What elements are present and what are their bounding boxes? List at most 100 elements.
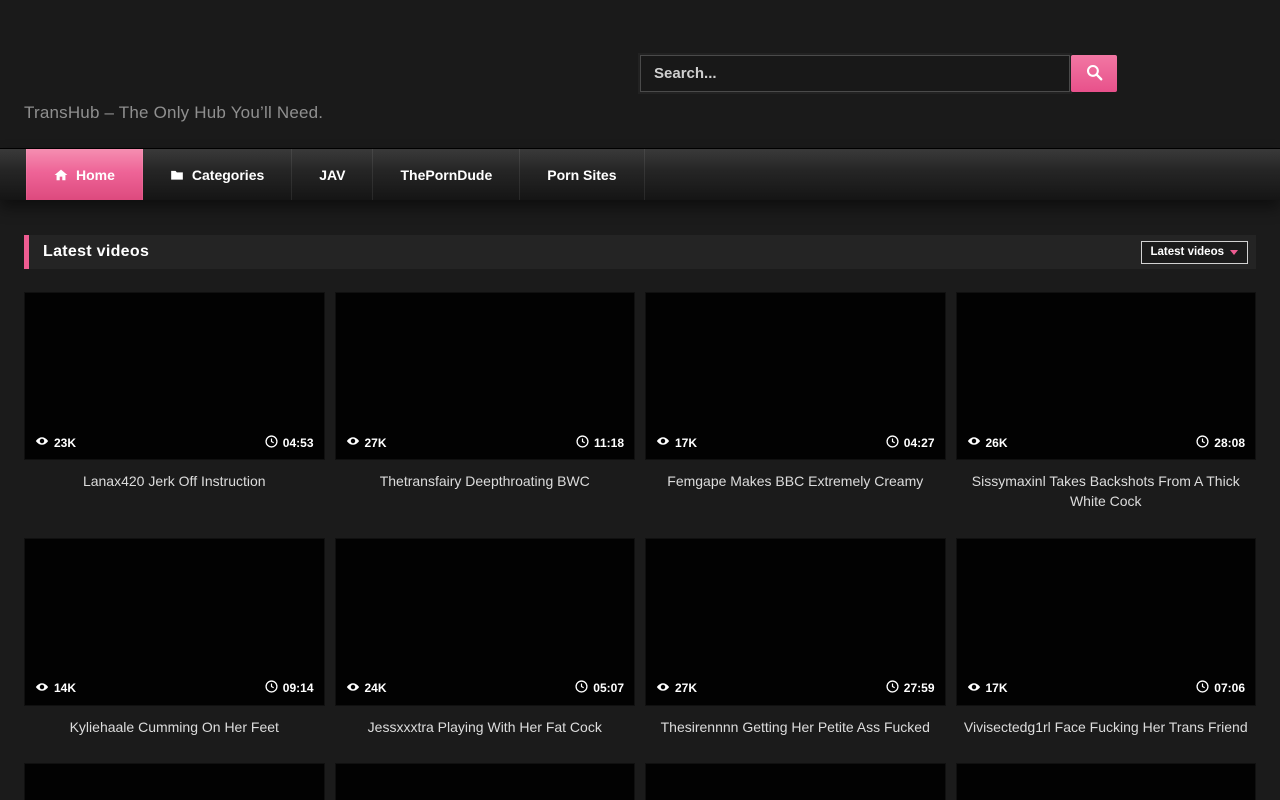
video-title[interactable]: Vivisectedg1rl Face Fucking Her Trans Fr… bbox=[956, 717, 1257, 737]
video-card[interactable]: 17K 07:06 Vivisectedg1rl Face Fucking He… bbox=[956, 538, 1257, 737]
home-icon bbox=[54, 168, 68, 182]
video-thumbnail[interactable] bbox=[956, 763, 1257, 800]
video-thumbnail[interactable]: 24K 05:07 bbox=[335, 538, 636, 706]
search-input[interactable] bbox=[640, 55, 1070, 92]
search-button[interactable] bbox=[1071, 55, 1117, 92]
views-count: 14K bbox=[54, 681, 76, 695]
video-title[interactable]: Femgape Makes BBC Extremely Creamy bbox=[645, 471, 946, 491]
video-thumbnail[interactable] bbox=[335, 763, 636, 800]
section-header: Latest videos Latest videos bbox=[24, 235, 1256, 269]
nav-item-label: Porn Sites bbox=[547, 167, 616, 183]
duration-text: 04:27 bbox=[904, 436, 935, 450]
video-title[interactable]: Thesirennnn Getting Her Petite Ass Fucke… bbox=[645, 717, 946, 737]
video-thumbnail[interactable] bbox=[24, 763, 325, 800]
section-title: Latest videos bbox=[43, 243, 149, 261]
video-duration: 04:27 bbox=[886, 435, 935, 451]
duration-text: 11:18 bbox=[594, 436, 624, 450]
video-thumbnail[interactable] bbox=[645, 763, 946, 800]
views-count: 26K bbox=[986, 436, 1008, 450]
video-thumbnail[interactable]: 23K 04:53 bbox=[24, 292, 325, 460]
video-stats: 27K 27:59 bbox=[656, 680, 935, 697]
duration-text: 07:06 bbox=[1214, 681, 1245, 695]
nav-item-jav[interactable]: JAV bbox=[292, 149, 373, 200]
video-title[interactable]: Thetransfairy Deepthroating BWC bbox=[335, 471, 636, 491]
section-accent-bar bbox=[24, 235, 29, 269]
views-count: 27K bbox=[675, 681, 697, 695]
views-count: 17K bbox=[675, 436, 697, 450]
views-count: 27K bbox=[365, 436, 387, 450]
video-card[interactable]: 14K 09:14 Kyliehaale Cumming On Her Feet bbox=[24, 538, 325, 737]
video-card[interactable]: 23K 04:53 Lanax420 Jerk Off Instruction bbox=[24, 292, 325, 512]
video-card[interactable]: 27K 27:59 Thesirennnn Getting Her Petite… bbox=[645, 538, 946, 737]
video-thumbnail[interactable]: 27K 11:18 bbox=[335, 292, 636, 460]
video-thumbnail[interactable]: 17K 07:06 bbox=[956, 538, 1257, 706]
video-card[interactable] bbox=[645, 763, 946, 800]
video-card[interactable] bbox=[24, 763, 325, 800]
clock-icon bbox=[265, 435, 278, 451]
eye-icon bbox=[656, 680, 670, 697]
folder-icon bbox=[170, 168, 184, 182]
video-thumbnail[interactable]: 26K 28:08 bbox=[956, 292, 1257, 460]
video-stats: 14K 09:14 bbox=[35, 680, 314, 697]
clock-icon bbox=[1196, 435, 1209, 451]
video-views: 24K bbox=[346, 680, 387, 697]
video-title[interactable]: Jessxxxtra Playing With Her Fat Cock bbox=[335, 717, 636, 737]
video-stats: 23K 04:53 bbox=[35, 434, 314, 451]
duration-text: 04:53 bbox=[283, 436, 314, 450]
site-tagline: TransHub – The Only Hub You’ll Need. bbox=[24, 103, 323, 123]
clock-icon bbox=[886, 435, 899, 451]
video-card[interactable]: 26K 28:08 Sissymaxinl Takes Backshots Fr… bbox=[956, 292, 1257, 512]
video-views: 26K bbox=[967, 434, 1008, 451]
eye-icon bbox=[35, 434, 49, 451]
duration-text: 27:59 bbox=[904, 681, 935, 695]
nav-item-categories[interactable]: Categories bbox=[143, 149, 292, 200]
video-duration: 27:59 bbox=[886, 680, 935, 696]
video-thumbnail[interactable]: 14K 09:14 bbox=[24, 538, 325, 706]
sort-dropdown-button[interactable]: Latest videos bbox=[1141, 241, 1249, 264]
video-title[interactable]: Lanax420 Jerk Off Instruction bbox=[24, 471, 325, 491]
views-count: 17K bbox=[986, 681, 1008, 695]
video-views: 27K bbox=[656, 680, 697, 697]
video-stats: 17K 04:27 bbox=[656, 434, 935, 451]
nav-item-label: Categories bbox=[192, 167, 264, 183]
video-grid: 23K 04:53 Lanax420 Jerk Off Instruction bbox=[24, 292, 1256, 800]
video-views: 17K bbox=[656, 434, 697, 451]
video-card[interactable]: 17K 04:27 Femgape Makes BBC Extremely Cr… bbox=[645, 292, 946, 512]
video-card[interactable]: 27K 11:18 Thetransfairy Deepthroating BW… bbox=[335, 292, 636, 512]
caret-down-icon bbox=[1230, 250, 1238, 255]
duration-text: 28:08 bbox=[1214, 436, 1245, 450]
clock-icon bbox=[575, 680, 588, 696]
video-title[interactable]: Kyliehaale Cumming On Her Feet bbox=[24, 717, 325, 737]
video-card[interactable] bbox=[956, 763, 1257, 800]
nav-item-home[interactable]: Home bbox=[26, 149, 143, 200]
video-duration: 07:06 bbox=[1196, 680, 1245, 696]
sort-dropdown-label: Latest videos bbox=[1151, 246, 1225, 258]
video-views: 23K bbox=[35, 434, 76, 451]
video-stats: 26K 28:08 bbox=[967, 434, 1246, 451]
nav-item-porn-sites[interactable]: Porn Sites bbox=[520, 149, 644, 200]
eye-icon bbox=[967, 434, 981, 451]
views-count: 23K bbox=[54, 436, 76, 450]
video-card[interactable] bbox=[335, 763, 636, 800]
video-duration: 09:14 bbox=[265, 680, 314, 696]
nav-item-label: ThePornDude bbox=[400, 167, 492, 183]
video-views: 27K bbox=[346, 434, 387, 451]
nav-item-theporndude[interactable]: ThePornDude bbox=[373, 149, 520, 200]
search-icon bbox=[1085, 63, 1104, 85]
video-card[interactable]: 24K 05:07 Jessxxxtra Playing With Her Fa… bbox=[335, 538, 636, 737]
main-nav: Home Categories JAV ThePornDude Porn Sit… bbox=[0, 148, 1280, 200]
clock-icon bbox=[265, 680, 278, 696]
duration-text: 05:07 bbox=[593, 681, 624, 695]
duration-text: 09:14 bbox=[283, 681, 314, 695]
video-stats: 27K 11:18 bbox=[346, 434, 625, 451]
video-thumbnail[interactable]: 17K 04:27 bbox=[645, 292, 946, 460]
clock-icon bbox=[886, 680, 899, 696]
eye-icon bbox=[346, 434, 360, 451]
video-duration: 28:08 bbox=[1196, 435, 1245, 451]
video-title[interactable]: Sissymaxinl Takes Backshots From A Thick… bbox=[956, 471, 1257, 512]
video-duration: 04:53 bbox=[265, 435, 314, 451]
video-thumbnail[interactable]: 27K 27:59 bbox=[645, 538, 946, 706]
video-stats: 24K 05:07 bbox=[346, 680, 625, 697]
nav-item-label: JAV bbox=[319, 167, 345, 183]
eye-icon bbox=[656, 434, 670, 451]
